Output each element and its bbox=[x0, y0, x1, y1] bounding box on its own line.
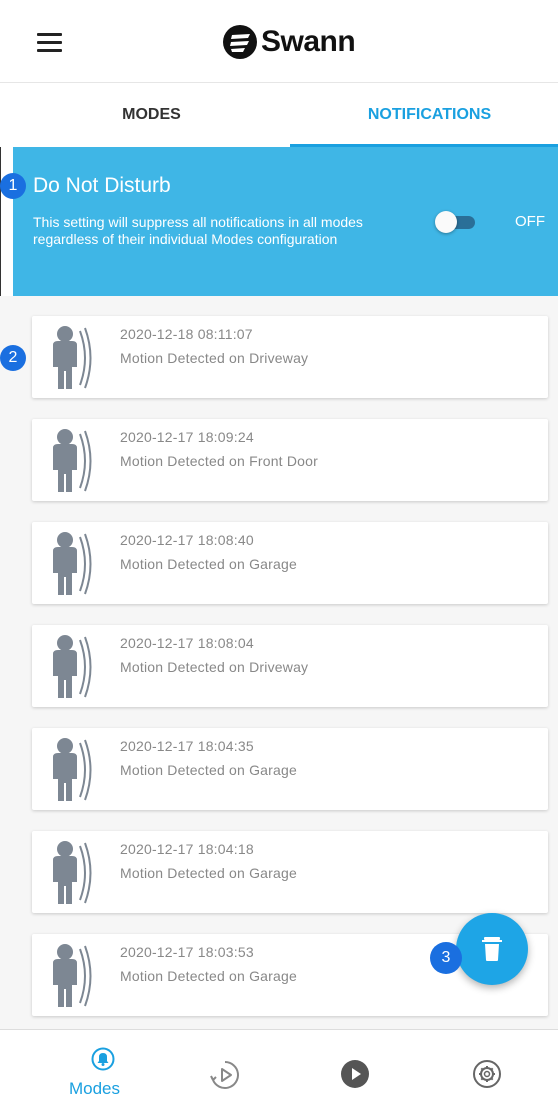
motion-person-icon bbox=[53, 429, 92, 492]
motion-person-icon bbox=[53, 532, 92, 595]
tab-bar: MODES NOTIFICATIONS bbox=[0, 82, 558, 147]
notification-timestamp: 2020-12-17 18:08:40 bbox=[120, 532, 254, 548]
notification-message: Motion Detected on Driveway bbox=[120, 659, 309, 675]
notification-card[interactable]: 2020-12-17 18:08:40 Motion Detected on G… bbox=[32, 522, 548, 604]
annotation-badge-2: 2 bbox=[0, 345, 26, 371]
notification-message: Motion Detected on Garage bbox=[120, 865, 297, 881]
notification-timestamp: 2020-12-17 18:08:04 bbox=[120, 635, 254, 651]
delete-all-button[interactable] bbox=[456, 913, 528, 985]
notification-timestamp: 2020-12-17 18:09:24 bbox=[120, 429, 254, 445]
notification-message: Motion Detected on Garage bbox=[120, 968, 297, 984]
tab-modes[interactable]: MODES bbox=[12, 83, 291, 147]
tab-notifications[interactable]: NOTIFICATIONS bbox=[290, 83, 558, 147]
nav-modes-label: Modes bbox=[68, 1079, 121, 1098]
settings-gear-icon bbox=[473, 1060, 501, 1088]
motion-person-icon bbox=[53, 738, 92, 801]
nav-playback[interactable] bbox=[155, 1030, 294, 1102]
dnd-title: Do Not Disturb bbox=[33, 174, 171, 197]
annotation-badge-1: 1 bbox=[0, 173, 26, 199]
do-not-disturb-banner: Do Not Disturb This setting will suppres… bbox=[13, 147, 558, 296]
nav-live[interactable] bbox=[286, 1030, 425, 1102]
motion-person-icon bbox=[53, 326, 92, 389]
nav-settings[interactable] bbox=[416, 1030, 555, 1102]
notification-message: Motion Detected on Garage bbox=[120, 762, 297, 778]
notification-message: Motion Detected on Garage bbox=[120, 556, 297, 572]
notification-message: Motion Detected on Driveway bbox=[120, 350, 309, 366]
live-play-icon bbox=[341, 1060, 369, 1088]
notification-timestamp: 2020-12-17 18:03:53 bbox=[120, 944, 254, 960]
swann-logo: Swann bbox=[223, 22, 356, 62]
playback-icon bbox=[210, 1061, 239, 1089]
trash-icon bbox=[482, 937, 502, 961]
hamburger-menu-icon[interactable] bbox=[37, 33, 63, 53]
notification-timestamp: 2020-12-17 18:04:18 bbox=[120, 841, 254, 857]
motion-person-icon bbox=[53, 841, 92, 904]
logo-text: Swann bbox=[261, 25, 356, 58]
notification-card[interactable]: 2020-12-17 18:04:35 Motion Detected on G… bbox=[32, 728, 548, 810]
dnd-toggle[interactable] bbox=[435, 211, 477, 233]
top-bar: Swann bbox=[0, 0, 558, 82]
motion-person-icon bbox=[53, 635, 92, 698]
swann-logo-icon bbox=[223, 25, 257, 59]
bottom-nav: Modes bbox=[0, 1029, 558, 1102]
notification-card[interactable]: 2020-12-18 08:11:07 Motion Detected on D… bbox=[32, 316, 548, 398]
notification-timestamp: 2020-12-18 08:11:07 bbox=[120, 326, 253, 342]
annotation-badge-3: 3 bbox=[430, 942, 462, 974]
notification-card[interactable]: 2020-12-17 18:08:04 Motion Detected on D… bbox=[32, 625, 548, 707]
bell-icon bbox=[91, 1047, 115, 1071]
notification-timestamp: 2020-12-17 18:04:35 bbox=[120, 738, 254, 754]
toggle-knob bbox=[435, 211, 457, 233]
motion-person-icon bbox=[53, 944, 92, 1007]
dnd-description: This setting will suppress all notificat… bbox=[33, 214, 363, 247]
nav-modes[interactable]: Modes bbox=[33, 1030, 172, 1102]
dnd-toggle-state: OFF bbox=[515, 213, 545, 230]
notification-card[interactable]: 2020-12-17 18:04:18 Motion Detected on G… bbox=[32, 831, 548, 913]
notification-message: Motion Detected on Front Door bbox=[120, 453, 319, 469]
notification-card[interactable]: 2020-12-17 18:09:24 Motion Detected on F… bbox=[32, 419, 548, 501]
